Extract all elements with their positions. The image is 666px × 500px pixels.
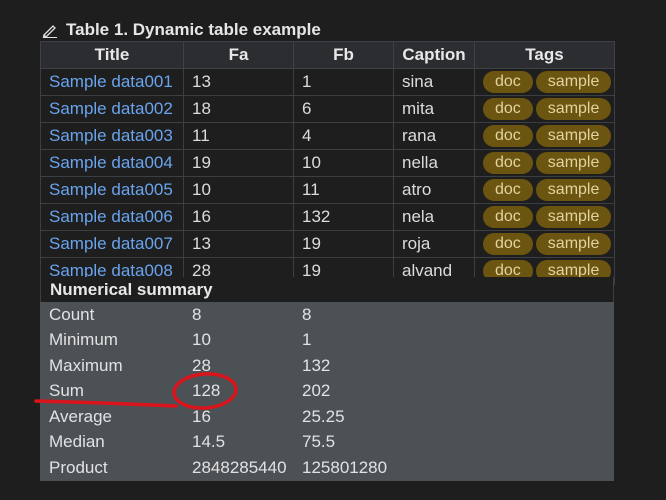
row-title-link[interactable]: Sample data002	[40, 95, 184, 123]
cell-fa: 19	[183, 149, 294, 177]
summary-label: Product	[49, 457, 108, 477]
tag-sample[interactable]: sample	[535, 152, 612, 174]
summary-fb: 202	[302, 381, 331, 401]
summary-row-sum: Sum 128 202	[40, 379, 614, 405]
row-title-link[interactable]: Sample data004	[40, 149, 184, 177]
summary-fb: 1	[302, 330, 312, 350]
summary-fa: 8	[192, 304, 202, 324]
summary-fa: 128	[192, 381, 221, 401]
pencil-icon	[42, 22, 58, 38]
column-header-caption[interactable]: Caption	[393, 41, 475, 69]
tag-sample[interactable]: sample	[535, 179, 612, 201]
cell-tags: doc sample	[474, 95, 615, 123]
cell-tags: doc sample	[474, 203, 615, 231]
cell-caption: rana	[393, 122, 475, 150]
summary-label: Minimum	[49, 330, 118, 350]
tag-doc[interactable]: doc	[483, 233, 533, 255]
summary-row-minimum: Minimum 10 1	[40, 328, 614, 354]
cell-fb: 19	[293, 230, 394, 258]
summary-fa: 28	[192, 355, 211, 375]
numerical-summary-table: Count 8 8 Minimum 10 1 Maximum 28 132 Sum 128 202 Av…	[40, 302, 614, 481]
summary-label: Sum	[49, 381, 84, 401]
tag-doc[interactable]: doc	[483, 98, 533, 120]
cell-tags: doc sample	[474, 230, 615, 258]
summary-fb: 132	[302, 355, 331, 375]
cell-caption: mita	[393, 95, 475, 123]
cell-caption: sina	[393, 68, 475, 96]
column-header-fb[interactable]: Fb	[293, 41, 394, 69]
row-title-link[interactable]: Sample data006	[40, 203, 184, 231]
column-header-title[interactable]: Title	[40, 41, 184, 69]
cell-fb: 11	[293, 176, 394, 204]
column-header-tags[interactable]: Tags	[474, 41, 615, 69]
summary-row-maximum: Maximum 28 132	[40, 353, 614, 379]
summary-row-average: Average 16 25.25	[40, 404, 614, 430]
table-row: Sample data002 18 6 mita doc sample	[40, 95, 615, 123]
tag-doc[interactable]: doc	[483, 125, 533, 147]
table-caption: Table 1. Dynamic table example	[42, 18, 321, 42]
table-row: Sample data004 19 10 nella doc sample	[40, 149, 615, 177]
cell-caption: nella	[393, 149, 475, 177]
cell-tags: doc sample	[474, 149, 615, 177]
tag-doc[interactable]: doc	[483, 152, 533, 174]
summary-fb: 8	[302, 304, 312, 324]
summary-fb: 25.25	[302, 406, 345, 426]
cell-fb: 6	[293, 95, 394, 123]
summary-row-count: Count 8 8	[40, 302, 614, 328]
table-row: Sample data001 13 1 sina doc sample	[40, 68, 615, 96]
cell-fb: 10	[293, 149, 394, 177]
tag-doc[interactable]: doc	[483, 206, 533, 228]
summary-label: Median	[49, 432, 105, 452]
summary-fa: 16	[192, 406, 211, 426]
summary-fa: 10	[192, 330, 211, 350]
table-row: Sample data005 10 11 atro doc sample	[40, 176, 615, 204]
summary-fb: 125801280	[302, 457, 388, 477]
summary-fb: 75.5	[302, 432, 336, 452]
cell-tags: doc sample	[474, 68, 615, 96]
dynamic-table: Title Fa Fb Caption Tags Sample data001 1…	[40, 41, 615, 285]
tag-sample[interactable]: sample	[535, 125, 612, 147]
cell-tags: doc sample	[474, 176, 615, 204]
summary-row-median: Median 14.5 75.5	[40, 430, 614, 456]
tag-sample[interactable]: sample	[535, 206, 612, 228]
cell-fa: 16	[183, 203, 294, 231]
row-title-link[interactable]: Sample data003	[40, 122, 184, 150]
tag-doc[interactable]: doc	[483, 179, 533, 201]
cell-caption: roja	[393, 230, 475, 258]
table-header-row: Title Fa Fb Caption Tags	[40, 41, 615, 69]
cell-fb: 4	[293, 122, 394, 150]
summary-fa: 14.5	[192, 432, 226, 452]
summary-label: Maximum	[49, 355, 123, 375]
cell-caption: nela	[393, 203, 475, 231]
cell-fa: 10	[183, 176, 294, 204]
tag-sample[interactable]: sample	[535, 233, 612, 255]
tag-doc[interactable]: doc	[483, 71, 533, 93]
tag-sample[interactable]: sample	[535, 71, 612, 93]
table-row: Sample data003 11 4 rana doc sample	[40, 122, 615, 150]
cell-fb: 1	[293, 68, 394, 96]
cell-tags: doc sample	[474, 122, 615, 150]
summary-label: Average	[49, 406, 113, 426]
summary-fa: 2848285440	[192, 457, 287, 477]
column-header-fa[interactable]: Fa	[183, 41, 294, 69]
summary-label: Count	[49, 304, 95, 324]
cell-fa: 18	[183, 95, 294, 123]
table-row: Sample data006 16 132 nela doc sample	[40, 203, 615, 231]
row-title-link[interactable]: Sample data005	[40, 176, 184, 204]
tag-sample[interactable]: sample	[535, 98, 612, 120]
numerical-summary-heading: Numerical summary	[40, 277, 614, 302]
caption-text: Table 1. Dynamic table example	[66, 20, 321, 39]
row-title-link[interactable]: Sample data001	[40, 68, 184, 96]
row-title-link[interactable]: Sample data007	[40, 230, 184, 258]
cell-fa: 13	[183, 230, 294, 258]
cell-fa: 11	[183, 122, 294, 150]
cell-fb: 132	[293, 203, 394, 231]
cell-caption: atro	[393, 176, 475, 204]
summary-row-product: Product 2848285440 125801280	[40, 455, 614, 481]
cell-fa: 13	[183, 68, 294, 96]
table-row: Sample data007 13 19 roja doc sample	[40, 230, 615, 258]
